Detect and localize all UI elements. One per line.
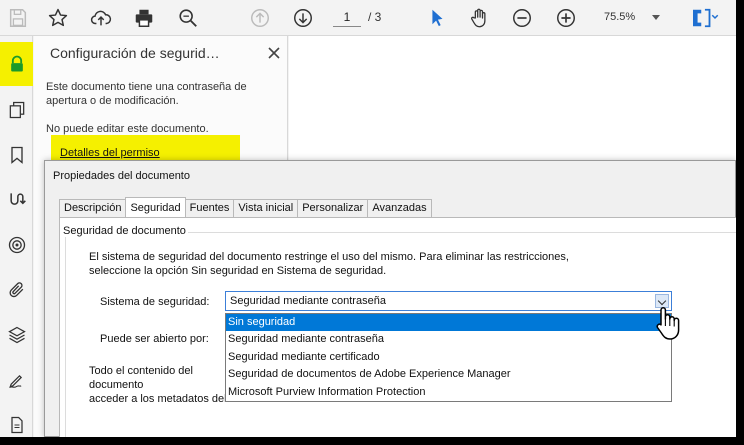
- left-tool-rail: [0, 36, 33, 437]
- tab-personalizar[interactable]: Personalizar: [297, 199, 369, 217]
- option-microsoft-purview[interactable]: Microsoft Purview Information Protection: [226, 384, 671, 401]
- panel-description: Este documento tiene una contraseña de a…: [46, 81, 247, 107]
- page-number-input[interactable]: [333, 7, 361, 27]
- select-arrow-icon[interactable]: [425, 6, 449, 30]
- print-icon[interactable]: [132, 6, 156, 30]
- option-sin-seguridad[interactable]: Sin seguridad: [226, 314, 671, 332]
- group-label: Seguridad de documento: [61, 225, 188, 237]
- tab-descripcion[interactable]: Descripción: [59, 199, 127, 217]
- pages-icon[interactable]: [0, 92, 33, 128]
- security-description: El sistema de seguridad del documento re…: [89, 251, 569, 277]
- option-certificado[interactable]: Seguridad mediante certificado: [226, 349, 671, 366]
- dialog-title: Propiedades del documento: [53, 170, 190, 182]
- layers-icon[interactable]: [0, 317, 33, 353]
- paperclip-icon[interactable]: [0, 272, 33, 308]
- zoom-out-icon[interactable]: [510, 6, 534, 30]
- close-icon[interactable]: [266, 45, 282, 61]
- permission-details-link[interactable]: Detalles del permiso: [60, 147, 160, 159]
- toolbar: / 3 75.5%: [0, 0, 736, 36]
- no-edit-notice: No puede editar este documento.: [46, 123, 209, 135]
- page-fit-icon[interactable]: [686, 6, 722, 30]
- upload-icon[interactable]: [89, 6, 113, 30]
- security-system-label: Sistema de seguridad:: [100, 296, 210, 308]
- tab-fuentes[interactable]: Fuentes: [184, 199, 235, 217]
- option-contrasena[interactable]: Seguridad mediante contraseña: [226, 331, 671, 348]
- zoom-dropdown[interactable]: 75.5%: [598, 9, 666, 27]
- sign-pen-icon[interactable]: [0, 362, 33, 398]
- dialog-tabs: Descripción Seguridad Fuentes Vista inic…: [59, 197, 432, 217]
- chevron-down-icon: [652, 15, 660, 20]
- all-content-text: Todo el contenido del documento acceder …: [89, 365, 227, 405]
- zoom-in-icon[interactable]: [554, 6, 578, 30]
- app-window: / 3 75.5%: [0, 0, 736, 437]
- bookmark-icon[interactable]: [0, 137, 33, 173]
- tab-seguridad[interactable]: Seguridad: [125, 197, 186, 217]
- tab-avanzadas[interactable]: Avanzadas: [367, 199, 432, 217]
- zoom-value: 75.5%: [604, 11, 636, 23]
- page-total: / 3: [368, 10, 382, 24]
- page-down-icon[interactable]: [291, 6, 315, 30]
- select-value: Seguridad mediante contraseña: [230, 295, 386, 307]
- open-by-label: Puede ser abierto por:: [100, 333, 209, 345]
- document-page: [289, 36, 736, 166]
- security-system-dropdown: Sin seguridad Seguridad mediante contras…: [225, 313, 672, 402]
- security-lock-icon[interactable]: [0, 42, 33, 86]
- panel-title: Configuración de segurid…: [50, 45, 220, 61]
- star-icon[interactable]: [46, 6, 70, 30]
- option-adobe-experience-manager[interactable]: Seguridad de documentos de Adobe Experie…: [226, 366, 671, 383]
- tab-vista-inicial[interactable]: Vista inicial: [233, 199, 299, 217]
- page-up-icon[interactable]: [248, 6, 272, 30]
- save-icon[interactable]: [6, 6, 30, 30]
- document-icon[interactable]: [0, 407, 33, 437]
- hand-icon[interactable]: [467, 6, 491, 30]
- security-system-select[interactable]: Seguridad mediante contraseña: [225, 291, 672, 311]
- document-properties-dialog: Propiedades del documento Descripción Se…: [44, 160, 736, 437]
- zoom-search-icon[interactable]: [176, 6, 200, 30]
- target-icon[interactable]: [0, 227, 33, 263]
- hand-cursor-icon: [656, 307, 680, 340]
- signature-flow-icon[interactable]: [0, 182, 33, 218]
